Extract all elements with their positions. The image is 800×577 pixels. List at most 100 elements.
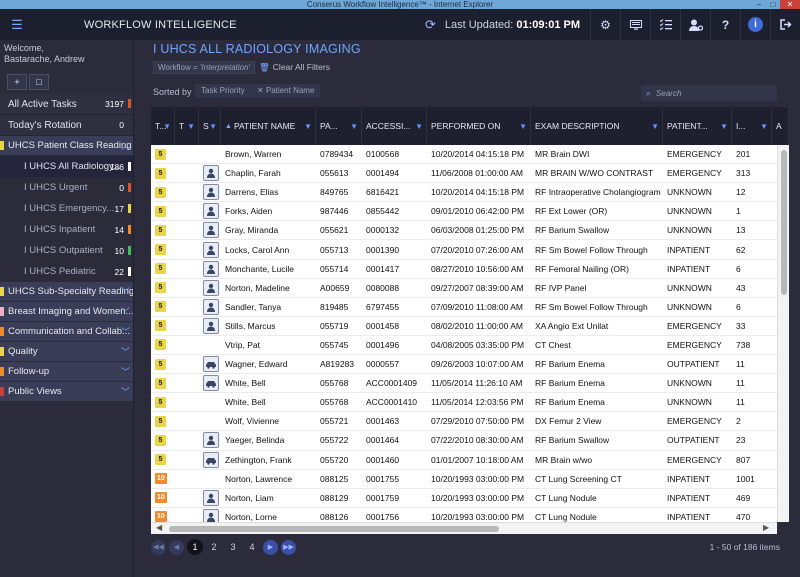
table-row[interactable]: 5 Forks, Aiden 987446 0855442 09/01/2010 06:…: [151, 202, 777, 222]
vertical-scrollbar[interactable]: [777, 145, 789, 522]
ambulance-icon[interactable]: [203, 451, 219, 468]
menu-toggle-button[interactable]: ☰: [0, 9, 34, 40]
table-row[interactable]: 5 Locks, Carol Ann 055713 0001390 07/20/2010…: [151, 240, 777, 260]
page-3[interactable]: 3: [225, 539, 241, 555]
filter-icon[interactable]: ▼: [651, 122, 659, 131]
info-button[interactable]: i: [740, 9, 770, 40]
sort-chip-task-priority[interactable]: Task Priority: [195, 84, 251, 98]
sidebar-group-public-views[interactable]: Public Views ﹀: [0, 382, 133, 402]
table-row[interactable]: 5 Sandler, Tanya 819485 6797455 07/09/2010 1…: [151, 298, 777, 317]
add-view-button[interactable]: +: [7, 74, 27, 90]
table-row[interactable]: 5 White, Bell 055768 ACC0001409 11/05/2014 1…: [151, 374, 777, 394]
sidebar-item-emergency[interactable]: I UHCS Emergency... 17: [0, 198, 133, 219]
sidebar-item-pediatric[interactable]: I UHCS Pediatric 22: [0, 261, 133, 282]
logout-button[interactable]: [770, 9, 800, 40]
person-icon[interactable]: [203, 432, 219, 449]
sidebar-group-quality[interactable]: Quality ﹀: [0, 342, 133, 362]
table-row[interactable]: 5 Chaplin, Farah 055613 0001494 11/06/2008 0…: [151, 164, 777, 184]
table-row[interactable]: 5 Monchante, Lucile 055714 0001417 08/27/201…: [151, 260, 777, 279]
filter-icon[interactable]: ▼: [209, 122, 217, 131]
display-button[interactable]: [620, 9, 650, 40]
sidebar-group-breast-imaging[interactable]: Breast Imaging and Women... ﹀: [0, 302, 133, 322]
workflow-filter-chip[interactable]: Workflow = 'Interpretation': [153, 61, 256, 74]
sidebar-item-outpatient[interactable]: I UHCS Outpatient 10: [0, 240, 133, 261]
tasks-button[interactable]: [650, 9, 680, 40]
scroll-thumb[interactable]: [781, 150, 787, 295]
filter-icon[interactable]: ▼: [163, 122, 171, 131]
help-button[interactable]: ?: [710, 9, 740, 40]
table-row[interactable]: 5 White, Bell 055768 ACC0001410 11/05/2014 1…: [151, 393, 777, 413]
clear-filters-button[interactable]: 🗑 Clear All Filters: [259, 61, 330, 74]
person-icon[interactable]: [203, 184, 219, 201]
table-row[interactable]: 5 Wolf, Vivienne 055721 0001463 07/29/2010 0…: [151, 412, 777, 432]
sidebar-item-all-active-tasks[interactable]: All Active Tasks 3197: [0, 94, 133, 115]
filter-icon[interactable]: ▼: [760, 122, 768, 131]
table-row[interactable]: 5 Gray, Miranda 055621 0000132 06/03/2008 01…: [151, 221, 777, 241]
scroll-thumb[interactable]: [169, 526, 499, 532]
add-folder-button[interactable]: □: [29, 74, 49, 90]
person-icon[interactable]: [203, 222, 219, 239]
person-icon[interactable]: [203, 298, 219, 315]
table-row[interactable]: 5 Zethington, Frank 055720 0001460 01/01/200…: [151, 451, 777, 470]
table-row[interactable]: 5 Norton, Madeline A00659 0080088 09/27/2007…: [151, 279, 777, 298]
column-header-patient-name[interactable]: ▲ PATIENT NAME ▼: [221, 107, 316, 145]
column-header-patient-class[interactable]: PATIENT... ▼: [663, 107, 732, 145]
refresh-icon[interactable]: ⟳: [425, 17, 436, 33]
table-row[interactable]: 5 Wagner, Edward A819283 0000557 09/26/2003 …: [151, 355, 777, 375]
first-page-button[interactable]: ◀◀: [151, 539, 166, 555]
sidebar-group-communication[interactable]: Communication and Collab... ﹀: [0, 322, 133, 342]
column-header-i[interactable]: I... ▼: [732, 107, 772, 145]
column-header-accession[interactable]: ACCESSI... ▼: [362, 107, 427, 145]
close-window-button[interactable]: ✕: [780, 0, 800, 9]
person-icon[interactable]: [203, 203, 219, 220]
sidebar-item-urgent[interactable]: I UHCS Urgent 0: [0, 177, 133, 198]
filter-icon[interactable]: ▼: [519, 122, 527, 131]
column-header-exam-description[interactable]: EXAM DESCRIPTION ▼: [531, 107, 663, 145]
settings-button[interactable]: ⚙: [590, 9, 620, 40]
person-icon[interactable]: [203, 241, 219, 258]
filter-icon[interactable]: ▼: [304, 122, 312, 131]
column-header-performed-on[interactable]: PERFORMED ON ▼: [427, 107, 531, 145]
person-icon[interactable]: [203, 260, 219, 277]
minimize-button[interactable]: –: [752, 0, 766, 9]
sidebar-item-inpatient[interactable]: I UHCS Inpatient 14: [0, 219, 133, 240]
page-4[interactable]: 4: [244, 539, 260, 555]
sidebar-group-patient-class-reading[interactable]: UHCS Patient Class Reading ︿: [0, 136, 133, 156]
filter-icon[interactable]: ▼: [720, 122, 728, 131]
table-row[interactable]: 5 Stills, Marcus 055719 0001458 08/02/2010 1…: [151, 317, 777, 336]
sidebar-item-todays-rotation[interactable]: Today's Rotation 0: [0, 115, 133, 136]
ambulance-icon[interactable]: [203, 356, 219, 373]
table-row[interactable]: 10 Norton, Liam 088129 0001759 10/20/1993 03…: [151, 489, 777, 508]
page-2[interactable]: 2: [206, 539, 222, 555]
page-1[interactable]: 1: [187, 539, 203, 555]
column-header-t[interactable]: T ▼: [175, 107, 199, 145]
table-row[interactable]: 10 Norton, Lawrence 088125 0001755 10/20/199…: [151, 470, 777, 489]
user-settings-button[interactable]: [680, 9, 710, 40]
person-icon[interactable]: [203, 508, 219, 522]
remove-icon[interactable]: ✕: [257, 86, 264, 95]
next-page-button[interactable]: ▶: [263, 539, 278, 555]
person-icon[interactable]: [203, 489, 219, 506]
person-icon[interactable]: [203, 279, 219, 296]
maximize-button[interactable]: □: [766, 0, 780, 9]
sort-chip-patient-name[interactable]: ✕ Patient Name: [251, 84, 321, 98]
last-page-button[interactable]: ▶▶: [281, 539, 296, 555]
table-row[interactable]: 5 Vtrip, Pat 055745 0001496 04/08/2005 03:35…: [151, 336, 777, 356]
sidebar-item-all-radiology[interactable]: I UHCS All Radiology... 186: [0, 156, 133, 177]
prev-page-button[interactable]: ◀: [169, 539, 184, 555]
scroll-left-icon[interactable]: ◀: [156, 523, 162, 532]
column-header-status[interactable]: S ▼: [199, 107, 221, 145]
person-icon[interactable]: [203, 165, 219, 182]
table-row[interactable]: 5 Darrens, Elias 849765 6816421 10/20/2014 0…: [151, 183, 777, 203]
scroll-right-icon[interactable]: ▶: [763, 523, 769, 532]
column-header-patient-id[interactable]: PA... ▼: [316, 107, 362, 145]
search-input[interactable]: [656, 88, 767, 98]
table-row[interactable]: 5 Yaeger, Belinda 055722 0001464 07/22/2010 …: [151, 431, 777, 451]
horizontal-scrollbar[interactable]: ◀ ▶: [151, 522, 777, 534]
filter-icon[interactable]: ▼: [415, 122, 423, 131]
sidebar-group-sub-specialty-reading[interactable]: UHCS Sub-Specialty Reading ﹀: [0, 282, 133, 302]
column-header-task-type[interactable]: T... ▼: [151, 107, 175, 145]
filter-icon[interactable]: ▼: [187, 122, 195, 131]
person-icon[interactable]: [203, 317, 219, 334]
column-header-a[interactable]: A: [772, 107, 789, 145]
